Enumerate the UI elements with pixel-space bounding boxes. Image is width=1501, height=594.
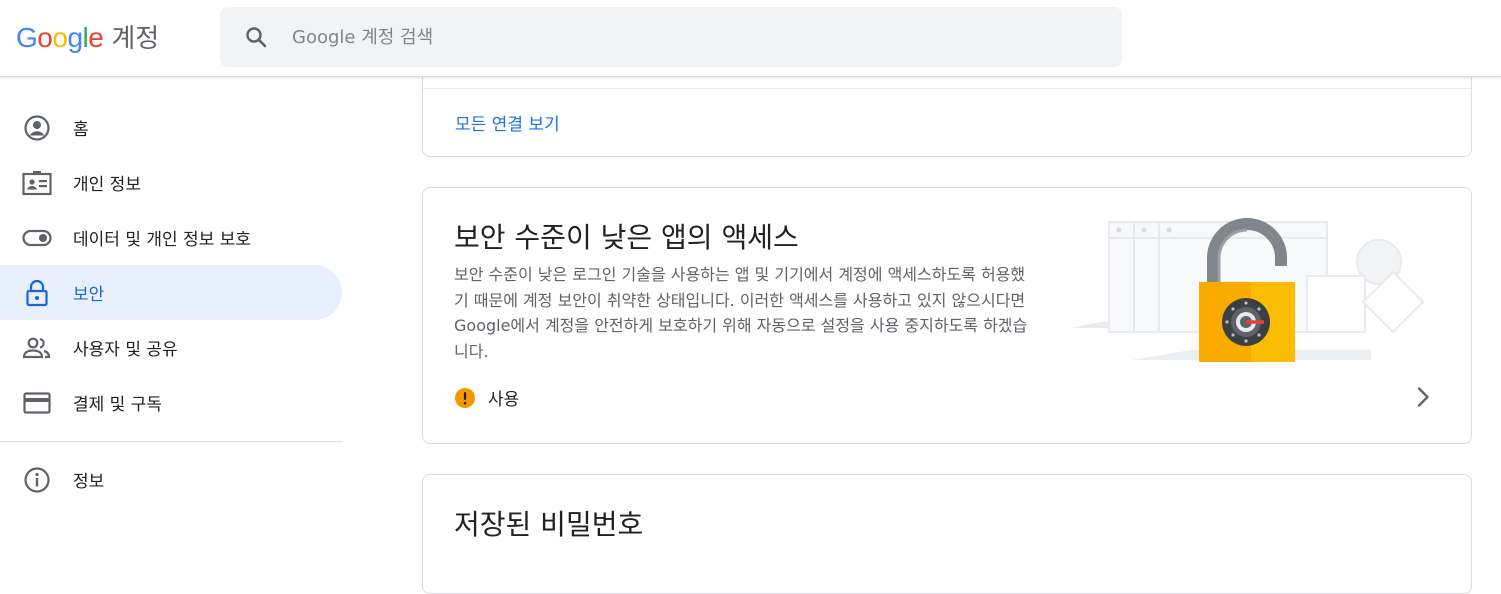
chevron-right-icon[interactable]: [1411, 385, 1435, 409]
sidebar-nav: 홈 개인 정보 데이터 및 개인 정보 보호 보안 사용자 및 공유 결제 및 …: [0, 100, 343, 507]
sidebar-item-label: 정보: [73, 472, 105, 492]
search-input[interactable]: [292, 26, 1072, 48]
toggle-icon: [22, 223, 52, 253]
people-icon: [22, 333, 52, 363]
sidebar-item-label: 결제 및 구독: [73, 395, 163, 415]
sidebar-item-label: 보안: [73, 285, 105, 305]
card-title: 보안 수준이 낮은 앱의 액세스: [454, 221, 799, 254]
id-card-icon: [22, 168, 52, 198]
card-title: 저장된 비밀번호: [454, 508, 644, 541]
credit-card-icon: [22, 388, 52, 418]
see-all-connections-link[interactable]: 모든 연결 보기: [455, 110, 560, 135]
warning-icon: [455, 387, 475, 408]
less-secure-app-access-card[interactable]: 보안 수준이 낮은 앱의 액세스 보안 수준이 낮은 로그인 기술을 사용하는 …: [422, 187, 1472, 444]
sidebar-item-personal-info[interactable]: 개인 정보: [0, 155, 342, 210]
sidebar-divider: [0, 441, 343, 442]
card-description: 보안 수준이 낮은 로그인 기술을 사용하는 앱 및 기기에서 계정에 액세스하…: [454, 265, 1028, 361]
sidebar-item-payments[interactable]: 결제 및 구독: [0, 375, 342, 430]
header: Google 계정: [0, 0, 1501, 77]
account-circle-icon: [22, 113, 52, 143]
search-icon[interactable]: [244, 25, 268, 49]
sidebar-item-label: 사용자 및 공유: [73, 340, 178, 360]
open-padlock-illustration: [1071, 218, 1425, 362]
google-logo: Google: [16, 22, 104, 53]
saved-passwords-card[interactable]: 저장된 비밀번호: [422, 474, 1472, 594]
sidebar-item-security[interactable]: 보안: [0, 265, 342, 320]
info-icon: [22, 465, 52, 495]
sidebar-item-data-privacy[interactable]: 데이터 및 개인 정보 보호: [0, 210, 342, 265]
card-divider: [423, 88, 1471, 89]
sidebar-item-home[interactable]: 홈: [0, 100, 342, 155]
status-label: 사용: [488, 390, 520, 410]
status-row: 사용: [454, 385, 519, 410]
lock-icon: [22, 278, 52, 308]
product-name: 계정: [111, 24, 160, 54]
sidebar-item-label: 데이터 및 개인 정보 보호: [73, 230, 252, 250]
sidebar-item-people-sharing[interactable]: 사용자 및 공유: [0, 320, 342, 375]
sidebar-item-label: 홈: [73, 120, 89, 140]
sidebar-item-label: 개인 정보: [73, 175, 141, 195]
google-account-logo[interactable]: Google 계정: [16, 18, 159, 55]
search-bar[interactable]: [220, 7, 1122, 67]
sidebar-item-about[interactable]: 정보: [0, 452, 342, 507]
